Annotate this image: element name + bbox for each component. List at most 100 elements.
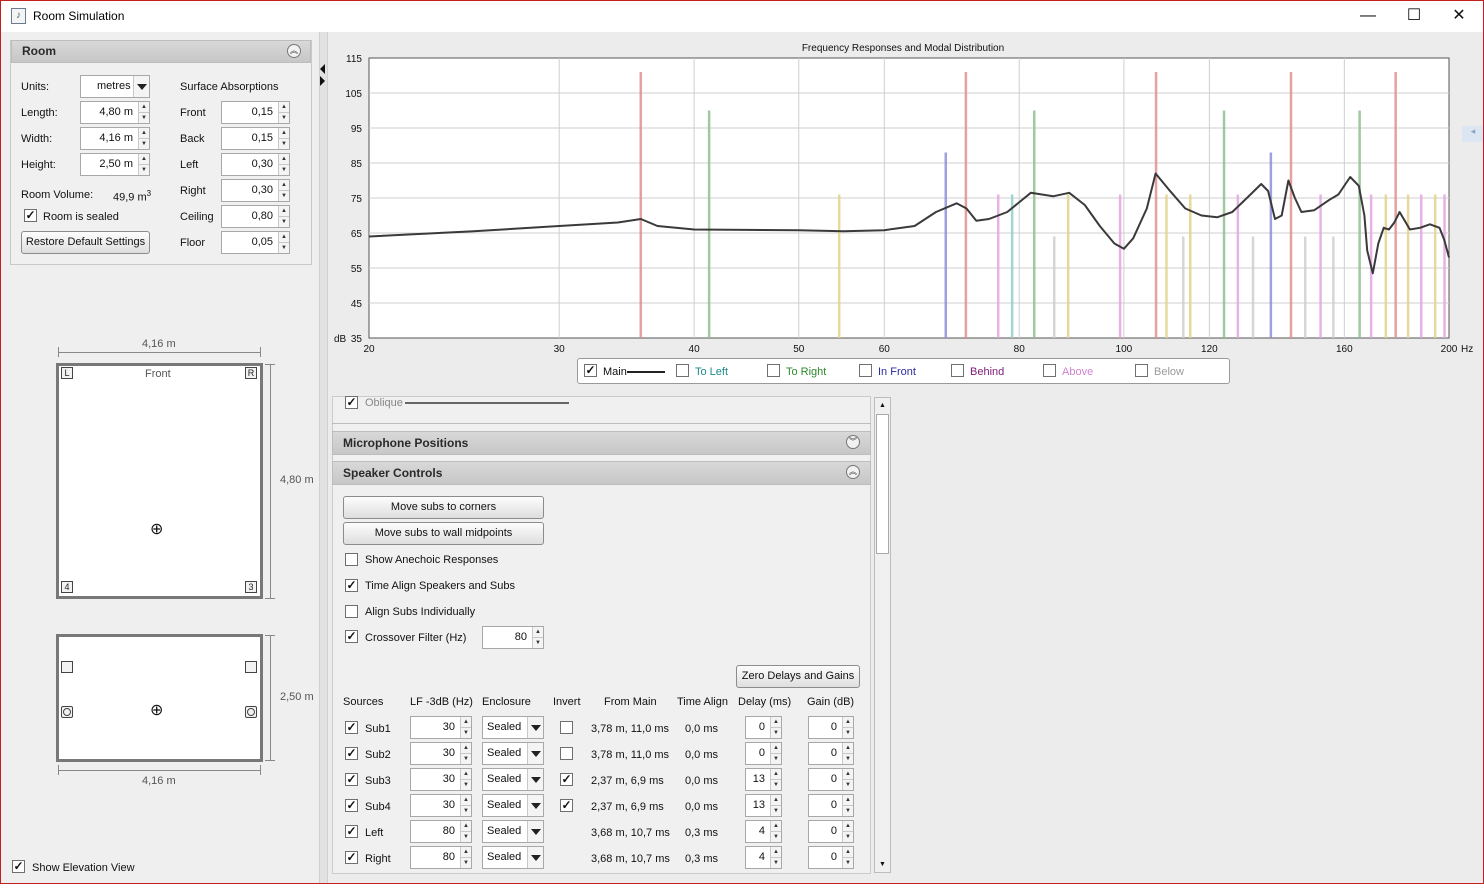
spin-down-icon[interactable]: ▼ (771, 831, 781, 841)
lf-3db-spinner[interactable]: 30 ▲ ▼ (410, 768, 472, 791)
legend-checkbox[interactable] (859, 364, 872, 377)
spin-down-icon[interactable]: ▼ (843, 727, 853, 737)
spin-up-icon[interactable]: ▲ (279, 128, 289, 138)
scroll-down-icon[interactable]: ▼ (875, 857, 890, 872)
maximize-button[interactable]: ☐ (1391, 0, 1437, 32)
source-enable-checkbox[interactable]: ✓ (345, 851, 358, 864)
room-plan-view[interactable] (56, 363, 263, 599)
spin-up-icon[interactable]: ▲ (279, 232, 289, 242)
move-subs-midpoints-button[interactable]: Move subs to wall midpoints (343, 522, 544, 545)
surface-absorption-spinner[interactable]: 0,80 ▲ ▼ (221, 205, 290, 228)
spin-down-icon[interactable]: ▼ (771, 727, 781, 737)
collapse-left-icon[interactable] (320, 64, 325, 74)
expand-icon[interactable]: ︾ (846, 435, 860, 449)
source-enable-checkbox[interactable]: ✓ (345, 747, 358, 760)
surface-absorption-spinner[interactable]: 0,30 ▲ ▼ (221, 153, 290, 176)
chevron-down-icon[interactable] (527, 717, 543, 738)
spin-down-icon[interactable]: ▼ (279, 242, 289, 252)
spin-up-icon[interactable]: ▲ (771, 795, 781, 805)
speaker-left-marker[interactable]: L (61, 367, 73, 379)
crossover-checkbox[interactable]: ✓ (345, 630, 358, 643)
lf-3db-spinner[interactable]: 30 ▲ ▼ (410, 794, 472, 817)
speaker-right-marker[interactable]: R (245, 367, 257, 379)
spin-down-icon[interactable]: ▼ (279, 138, 289, 148)
legend-checkbox[interactable]: ✓ (584, 364, 597, 377)
surface-absorption-spinner[interactable]: 0,15 ▲ ▼ (221, 101, 290, 124)
legend-checkbox[interactable] (1043, 364, 1056, 377)
spin-up-icon[interactable]: ▲ (771, 821, 781, 831)
spin-down-icon[interactable]: ▼ (771, 805, 781, 815)
gain-spinner[interactable]: 0 ▲ ▼ (808, 794, 854, 817)
delay-spinner[interactable]: 0 ▲ ▼ (745, 742, 782, 765)
spin-down-icon[interactable]: ▼ (461, 727, 471, 737)
enclosure-select[interactable]: Sealed (482, 846, 544, 869)
spin-up-icon[interactable]: ▲ (279, 102, 289, 112)
spin-up-icon[interactable]: ▲ (461, 743, 471, 753)
scroll-thumb[interactable] (876, 414, 889, 554)
legend-checkbox[interactable] (767, 364, 780, 377)
gain-spinner[interactable]: 0 ▲ ▼ (808, 716, 854, 739)
restore-defaults-button[interactable]: Restore Default Settings (21, 231, 150, 254)
speaker-controls-header[interactable]: Speaker Controls (332, 461, 871, 485)
spin-down-icon[interactable]: ▼ (461, 779, 471, 789)
spin-up-icon[interactable]: ▲ (843, 795, 853, 805)
scroll-up-icon[interactable]: ▲ (875, 398, 890, 413)
room-elevation-view[interactable] (56, 634, 263, 762)
crossover-spinner[interactable]: 80 ▲ ▼ (482, 626, 544, 649)
spin-up-icon[interactable]: ▲ (279, 180, 289, 190)
spin-up-icon[interactable]: ▲ (771, 847, 781, 857)
enclosure-select[interactable]: Sealed (482, 768, 544, 791)
delay-spinner[interactable]: 13 ▲ ▼ (745, 794, 782, 817)
invert-checkbox[interactable]: ✓ (560, 799, 573, 812)
spin-up-icon[interactable]: ▲ (279, 206, 289, 216)
legend-checkbox[interactable] (676, 364, 689, 377)
enclosure-select[interactable]: Sealed (482, 716, 544, 739)
gain-spinner[interactable]: 0 ▲ ▼ (808, 820, 854, 843)
invert-checkbox[interactable]: ✓ (560, 773, 573, 786)
spin-down-icon[interactable]: ▼ (843, 753, 853, 763)
spin-down-icon[interactable]: ▼ (279, 190, 289, 200)
split-divider[interactable] (319, 32, 328, 884)
spin-up-icon[interactable]: ▲ (139, 102, 149, 112)
close-button[interactable]: ✕ (1436, 0, 1482, 32)
spin-up-icon[interactable]: ▲ (771, 717, 781, 727)
spin-down-icon[interactable]: ▼ (279, 216, 289, 226)
spin-up-icon[interactable]: ▲ (843, 821, 853, 831)
spin-down-icon[interactable]: ▼ (771, 753, 781, 763)
expand-right-icon[interactable] (320, 76, 325, 86)
spin-up-icon[interactable]: ▲ (843, 769, 853, 779)
invert-checkbox[interactable] (560, 721, 573, 734)
chevron-down-icon[interactable] (527, 847, 543, 868)
spin-down-icon[interactable]: ▼ (139, 138, 149, 148)
spin-down-icon[interactable]: ▼ (139, 164, 149, 174)
spin-down-icon[interactable]: ▼ (771, 779, 781, 789)
height-spinner[interactable]: 2,50 m ▲ ▼ (80, 153, 150, 176)
spin-up-icon[interactable]: ▲ (461, 769, 471, 779)
spin-up-icon[interactable]: ▲ (461, 717, 471, 727)
legend-checkbox[interactable] (1135, 364, 1148, 377)
spin-up-icon[interactable]: ▲ (843, 847, 853, 857)
show-anechoic-checkbox[interactable] (345, 553, 358, 566)
spin-up-icon[interactable]: ▲ (461, 847, 471, 857)
source-enable-checkbox[interactable]: ✓ (345, 773, 358, 786)
units-select[interactable]: metres (80, 75, 150, 98)
spin-down-icon[interactable]: ▼ (771, 857, 781, 867)
lf-3db-spinner[interactable]: 80 ▲ ▼ (410, 820, 472, 843)
sub-4-marker[interactable]: 4 (61, 581, 73, 593)
width-spinner[interactable]: 4,16 m ▲ ▼ (80, 127, 150, 150)
spin-down-icon[interactable]: ▼ (843, 805, 853, 815)
sub-right-elevation-marker[interactable] (245, 706, 257, 718)
minimize-button[interactable]: — (1345, 0, 1391, 32)
sub-3-marker[interactable]: 3 (245, 581, 257, 593)
gain-spinner[interactable]: 0 ▲ ▼ (808, 742, 854, 765)
sub-left-elevation-marker[interactable] (61, 706, 73, 718)
spin-up-icon[interactable]: ▲ (461, 795, 471, 805)
delay-spinner[interactable]: 4 ▲ ▼ (745, 820, 782, 843)
spin-up-icon[interactable]: ▲ (533, 627, 543, 637)
room-sealed-checkbox[interactable]: ✓ (24, 209, 37, 222)
legend-checkbox[interactable] (951, 364, 964, 377)
microphone-positions-header[interactable]: Microphone Positions (332, 431, 871, 455)
spin-up-icon[interactable]: ▲ (461, 821, 471, 831)
spin-down-icon[interactable]: ▼ (279, 112, 289, 122)
source-enable-checkbox[interactable]: ✓ (345, 721, 358, 734)
